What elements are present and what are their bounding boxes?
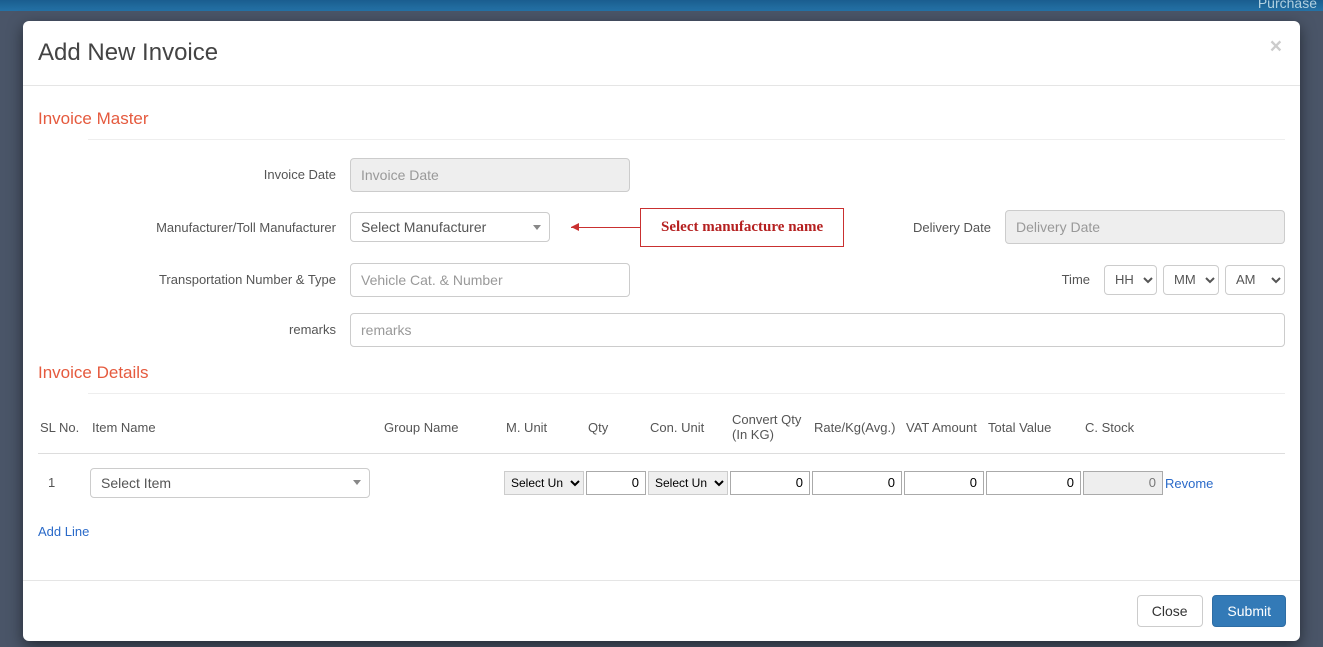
modal-header: Add New Invoice × [23,21,1300,86]
th-vat: VAT Amount [904,420,984,435]
convertqty-input[interactable] [730,471,810,495]
row-transport: Transportation Number & Type Time HH MM … [38,263,1285,297]
label-remarks: remarks [38,322,350,337]
details-table: SL No. Item Name Group Name M. Unit Qty … [38,412,1285,502]
time-mm-select[interactable]: MM [1163,265,1219,295]
submit-button[interactable]: Submit [1212,595,1286,627]
chevron-down-icon [353,480,361,485]
top-nav-bar: Purchase [0,0,1323,11]
time-ampm-select[interactable]: AM [1225,265,1285,295]
th-rate: Rate/Kg(Avg.) [812,420,902,435]
th-item: Item Name [90,420,380,435]
section-title-details: Invoice Details [38,363,1285,383]
total-input[interactable] [986,471,1081,495]
modal-title: Add New Invoice [38,36,1285,70]
time-hh-select[interactable]: HH [1104,265,1157,295]
label-invoice-date: Invoice Date [38,167,350,182]
item-select[interactable]: Select Item [90,468,370,498]
remarks-input[interactable] [350,313,1285,347]
row-manufacturer: Manufacturer/Toll Manufacturer Select Ma… [38,208,1285,247]
remove-link[interactable]: Revome [1165,476,1213,491]
rate-input[interactable] [812,471,902,495]
manufacturer-select-value: Select Manufacturer [361,219,486,235]
th-convertqty: Convert Qty (In KG) [730,412,810,443]
close-button[interactable]: Close [1137,595,1203,627]
close-icon[interactable]: × [1270,35,1282,59]
divider [88,393,1285,394]
label-transport: Transportation Number & Type [38,272,350,287]
delivery-date-input[interactable] [1005,210,1285,244]
th-sl: SL No. [38,420,88,435]
label-time: Time [984,272,1104,287]
munit-select[interactable]: Select Un [504,471,584,495]
th-munit: M. Unit [504,420,584,435]
vehicle-input[interactable] [350,263,630,297]
table-header-row: SL No. Item Name Group Name M. Unit Qty … [38,412,1285,454]
annotation-callout: Select manufacture name [640,208,844,247]
section-title-master: Invoice Master [38,109,1285,129]
th-total: Total Value [986,420,1081,435]
th-conunit: Con. Unit [648,420,728,435]
chevron-down-icon [533,225,541,230]
invoice-date-input[interactable] [350,158,630,192]
th-qty: Qty [586,420,646,435]
row-remarks: remarks [38,313,1285,347]
modal-body: Invoice Master Invoice Date Manufacturer… [23,86,1300,580]
cell-sl: 1 [38,475,88,490]
row-invoice-date: Invoice Date [38,158,1285,192]
manufacturer-select[interactable]: Select Manufacturer [350,212,550,242]
label-manufacturer: Manufacturer/Toll Manufacturer [38,220,350,235]
arrow-line [571,227,641,228]
callout-text: Select manufacture name [661,219,823,235]
th-group: Group Name [382,420,502,435]
item-select-value: Select Item [101,475,171,491]
nav-link-purchase[interactable]: Purchase [1252,0,1323,11]
arrow-left-icon [571,223,579,231]
th-cstock: C. Stock [1083,420,1163,435]
table-row: 1 Select Item Select Un Select Un Revome [38,454,1285,502]
conunit-select[interactable]: Select Un [648,471,728,495]
label-delivery-date: Delivery Date [885,220,1005,235]
modal-footer: Close Submit [23,580,1300,641]
qty-input[interactable] [586,471,646,495]
add-invoice-modal: Add New Invoice × Invoice Master Invoice… [23,21,1300,641]
add-line-link[interactable]: Add Line [38,524,89,539]
vat-input[interactable] [904,471,984,495]
divider [88,139,1285,140]
cstock-input [1083,471,1163,495]
